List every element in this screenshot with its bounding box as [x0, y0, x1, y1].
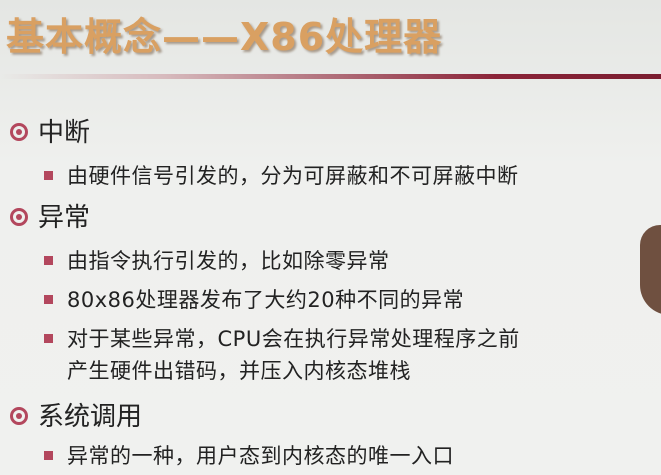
circle-bullet-icon: [10, 406, 28, 425]
bullet-text: 由硬件信号引发的，分为可屏蔽和不可屏蔽中断: [67, 164, 519, 188]
slide-content: 中断 由硬件信号引发的，分为可屏蔽和不可屏蔽中断 异常 由指令执行引发的，比如除…: [0, 0, 661, 475]
section-heading-label: 系统调用: [38, 402, 143, 432]
bullet-continuation: 产生硬件出错码，并压入内核态堆栈: [67, 359, 411, 383]
section-heading-syscall: 系统调用: [10, 396, 142, 433]
section-heading-exception: 异常: [10, 197, 90, 234]
square-bullet-icon: [44, 255, 53, 265]
bullet-item: 80x86处理器发布了大约20种不同的异常: [44, 284, 464, 314]
section-heading-label: 异常: [38, 203, 91, 233]
bullet-item: 由指令执行引发的，比如除零异常: [44, 245, 390, 275]
bullet-item: 对于某些异常，CPU会在执行异常处理程序之前: [44, 323, 520, 353]
bullet-text: 对于某些异常，CPU会在执行异常处理程序之前: [67, 327, 520, 351]
circle-bullet-icon: [10, 207, 28, 226]
bullet-text: 由指令执行引发的，比如除零异常: [67, 249, 390, 273]
square-bullet-icon: [44, 294, 53, 304]
square-bullet-icon: [44, 450, 53, 460]
bullet-text: 80x86处理器发布了大约20种不同的异常: [67, 288, 465, 312]
bullet-item: 由硬件信号引发的，分为可屏蔽和不可屏蔽中断: [44, 160, 519, 190]
section-heading-interrupt: 中断: [10, 112, 90, 149]
bullet-item: 异常的一种，用户态到内核态的唯一入口: [44, 440, 454, 470]
square-bullet-icon: [44, 333, 53, 343]
section-heading-label: 中断: [38, 118, 91, 148]
circle-bullet-icon: [10, 122, 28, 141]
square-bullet-icon: [44, 170, 53, 180]
bullet-text: 异常的一种，用户态到内核态的唯一入口: [67, 444, 454, 468]
